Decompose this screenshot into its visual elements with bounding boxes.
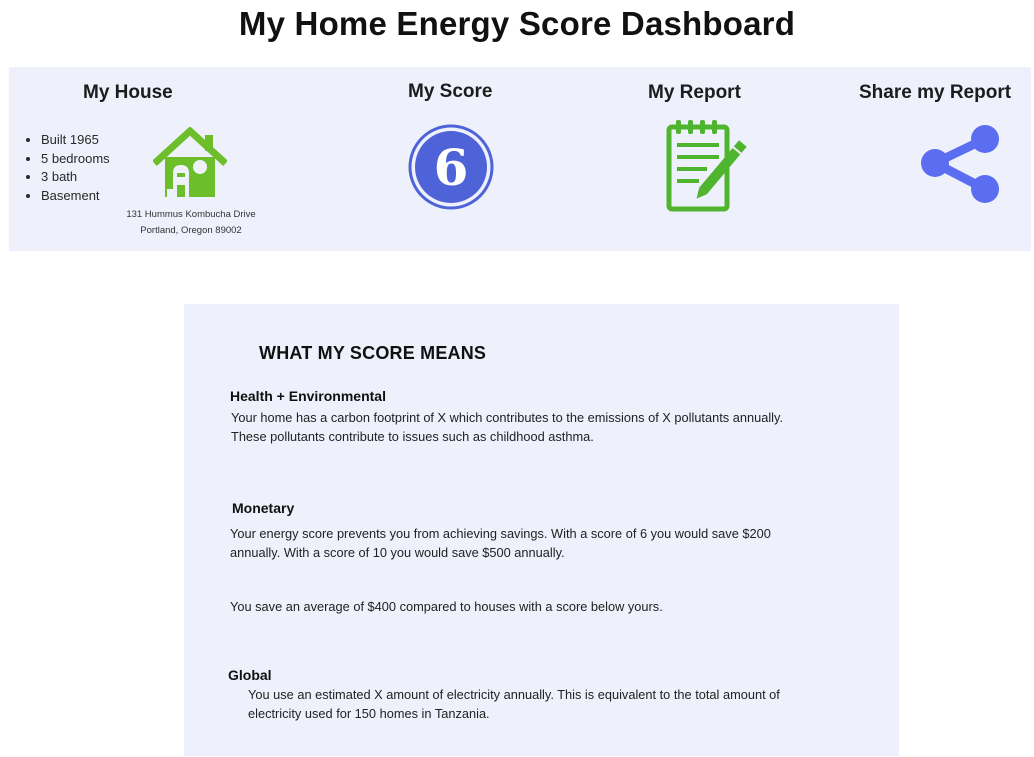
score-value: 6: [434, 138, 469, 197]
share-title[interactable]: Share my Report: [859, 82, 1011, 104]
list-item: Basement: [41, 187, 110, 206]
share-icon[interactable]: [919, 123, 1001, 205]
house-address: 131 Hummus Kombucha Drive Portland, Oreg…: [113, 207, 269, 239]
global-line-1: You use an estimated X amount of electri…: [248, 687, 780, 702]
score-meaning-card: WHAT MY SCORE MEANS Health + Environment…: [184, 304, 899, 756]
address-line-1: 131 Hummus Kombucha Drive: [126, 209, 256, 220]
house-icon: [153, 127, 227, 197]
house-facts-list: Built 1965 5 bedrooms 3 bath Basement: [23, 131, 110, 205]
address-line-2: Portland, Oregon 89002: [140, 225, 242, 236]
global-title: Global: [228, 667, 272, 683]
meaning-heading: WHAT MY SCORE MEANS: [259, 343, 487, 363]
health-title: Health + Environmental: [230, 388, 386, 404]
list-item: 3 bath: [41, 168, 110, 187]
global-line-2: electricity used for 150 homes in Tanzan…: [248, 706, 490, 721]
summary-panel: My House Built 1965 5 bedrooms 3 bath Ba…: [9, 67, 1031, 251]
page-title: My Home Energy Score Dashboard: [238, 5, 796, 42]
health-line-1: Your home has a carbon footprint of X wh…: [231, 410, 784, 425]
monetary-line-2: annually. With a score of 10 you would s…: [230, 545, 565, 560]
house-title: My House: [83, 82, 173, 103]
monetary-line-1: Your energy score prevents you from achi…: [230, 526, 771, 541]
monetary-savings: You save an average of $400 compared to …: [230, 599, 663, 614]
notepad-pencil-icon[interactable]: [663, 117, 755, 213]
score-title: My Score: [408, 81, 493, 102]
list-item: Built 1965: [41, 131, 110, 150]
health-line-2: These pollutants contribute to issues su…: [231, 429, 594, 444]
report-title[interactable]: My Report: [648, 82, 741, 104]
score-badge: 6: [408, 124, 494, 210]
monetary-title: Monetary: [232, 500, 295, 516]
list-item: 5 bedrooms: [41, 150, 110, 169]
